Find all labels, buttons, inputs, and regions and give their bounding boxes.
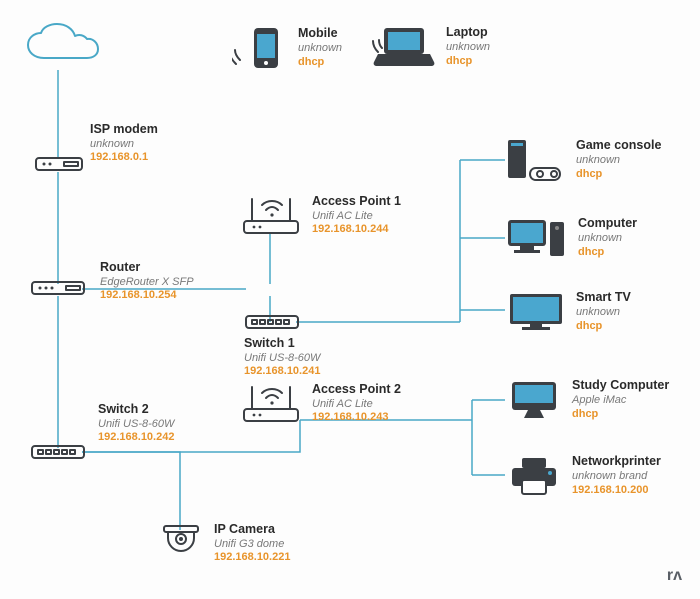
node-name: Switch 2	[98, 402, 174, 418]
node-name: Study Computer	[572, 378, 669, 394]
node-addr: dhcp	[576, 168, 661, 182]
node-model: unknown	[576, 306, 631, 320]
printer-icon	[506, 454, 562, 498]
node-network-printer: Networkprinter unknown brand 192.168.10.…	[506, 454, 661, 498]
node-addr: dhcp	[572, 408, 669, 422]
node-switch2: Switch 2 Unifi US-8-60W 192.168.10.242	[98, 398, 174, 445]
node-addr: 192.168.10.200	[572, 484, 661, 498]
ap-icon	[240, 195, 302, 237]
camera-icon	[158, 524, 204, 564]
cloud-icon	[22, 22, 100, 70]
node-model: Unifi G3 dome	[214, 538, 290, 552]
node-name: ISP modem	[90, 122, 158, 138]
node-name: Router	[100, 260, 194, 276]
node-model: unknown	[90, 138, 158, 152]
node-addr: 192.168.10.254	[100, 289, 194, 303]
node-model: unknown	[578, 232, 637, 246]
node-name: Computer	[578, 216, 637, 232]
node-addr: 192.168.10.243	[312, 411, 401, 425]
node-switch1: Switch 1 Unifi US-8-60W 192.168.10.241	[244, 314, 320, 379]
node-isp-modem: ISP modem unknown 192.168.0.1	[90, 118, 158, 165]
node-router: Router EdgeRouter X SFP 192.168.10.254	[100, 256, 194, 303]
node-addr: 192.168.10.244	[312, 223, 401, 237]
node-name: Access Point 1	[312, 194, 401, 210]
node-mobile: Mobile unknown dhcp	[232, 26, 342, 70]
node-name: Access Point 2	[312, 382, 401, 398]
node-model: unknown	[446, 41, 490, 55]
node-model: Unifi AC Lite	[312, 210, 401, 224]
node-model: unknown	[298, 42, 342, 56]
node-name: Networkprinter	[572, 454, 661, 470]
node-computer: Computer unknown dhcp	[506, 216, 637, 260]
node-name: Game console	[576, 138, 661, 154]
node-addr: 192.168.10.221	[214, 551, 290, 565]
node-addr: 192.168.10.241	[244, 365, 320, 379]
node-name: IP Camera	[214, 522, 290, 538]
node-study-computer: Study Computer Apple iMac dhcp	[506, 378, 669, 422]
router-icon	[30, 280, 86, 298]
node-model: Unifi AC Lite	[312, 398, 401, 412]
node-model: unknown brand	[572, 470, 661, 484]
node-laptop: Laptop unknown dhcp	[370, 24, 490, 70]
node-addr: dhcp	[298, 56, 342, 70]
node-model: unknown	[576, 154, 661, 168]
node-name: Smart TV	[576, 290, 631, 306]
laptop-icon	[370, 24, 436, 70]
node-ap1: Access Point 1 Unifi AC Lite 192.168.10.…	[240, 194, 401, 237]
node-smart-tv: Smart TV unknown dhcp	[506, 290, 631, 334]
node-addr: dhcp	[578, 246, 637, 260]
node-name: Switch 1	[244, 336, 320, 352]
watermark: rʌ	[667, 567, 682, 585]
ap-icon	[240, 383, 302, 425]
imac-icon	[506, 378, 562, 422]
node-model: Unifi US-8-60W	[98, 418, 174, 432]
tv-icon	[506, 290, 566, 334]
node-addr: dhcp	[576, 320, 631, 334]
console-icon	[506, 138, 566, 182]
node-name: Mobile	[298, 26, 342, 42]
node-model: Unifi US-8-60W	[244, 352, 320, 366]
node-ap2: Access Point 2 Unifi AC Lite 192.168.10.…	[240, 382, 401, 425]
network-diagram: Mobile unknown dhcp Laptop unknown dhcp …	[0, 0, 700, 599]
node-model: EdgeRouter X SFP	[100, 276, 194, 290]
node-addr: dhcp	[446, 55, 490, 69]
node-game-console: Game console unknown dhcp	[506, 138, 661, 182]
switch-icon	[244, 314, 300, 332]
switch2-icon	[30, 444, 86, 462]
computer-icon	[506, 216, 568, 260]
modem-icon	[34, 156, 84, 174]
node-addr: 192.168.0.1	[90, 151, 158, 165]
node-model: Apple iMac	[572, 394, 669, 408]
mobile-icon	[232, 26, 288, 70]
node-ip-camera: IP Camera Unifi G3 dome 192.168.10.221	[158, 522, 290, 565]
node-name: Laptop	[446, 25, 490, 41]
node-addr: 192.168.10.242	[98, 431, 174, 445]
